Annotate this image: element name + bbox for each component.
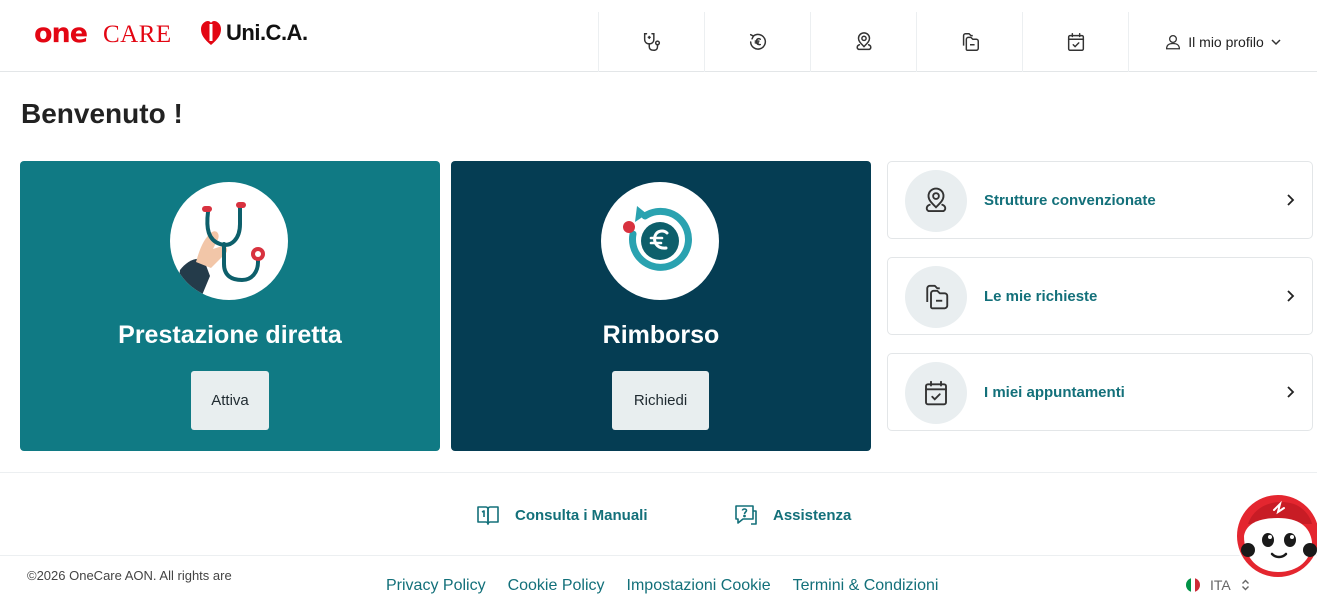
onecare-logo-care[interactable]: CARE xyxy=(103,21,172,49)
calendar-check-icon xyxy=(1067,33,1084,51)
quick-link-icon-bg xyxy=(905,170,967,232)
location-pin-icon xyxy=(856,32,871,51)
chevron-right-icon xyxy=(1287,290,1295,302)
footer-links: Privacy Policy Cookie Policy Impostazion… xyxy=(386,577,938,595)
privacy-policy-link[interactable]: Privacy Policy xyxy=(386,577,486,595)
richiedi-button[interactable]: Richiedi xyxy=(612,371,709,430)
quick-link-strutture-convenzionate[interactable]: Strutture convenzionate xyxy=(887,161,1313,239)
card-prestazione-diretta[interactable]: Prestazione diretta Attiva xyxy=(20,161,440,451)
help-band: Consulta i Manuali Assistenza xyxy=(0,472,1317,556)
chat-help-icon xyxy=(735,505,757,525)
folders-icon xyxy=(926,284,949,310)
consulta-manuali-label: Consulta i Manuali xyxy=(515,506,648,524)
quick-link-label: Le mie richieste xyxy=(984,288,1098,305)
attiva-button[interactable]: Attiva xyxy=(191,371,269,430)
refund-euro-illustration-icon xyxy=(623,206,692,271)
card-title: Prestazione diretta xyxy=(118,321,342,349)
book-icon xyxy=(477,506,499,525)
quick-link-label: I miei appuntamenti xyxy=(984,384,1125,401)
quick-link-icon-bg xyxy=(905,266,967,328)
header-nav xyxy=(598,12,1128,72)
profile-label: Il mio profilo xyxy=(1188,34,1264,50)
quick-link-icon-bg xyxy=(905,362,967,424)
folders-icon xyxy=(962,33,979,51)
refund-euro-icon xyxy=(749,33,766,50)
card-title: Rimborso xyxy=(602,321,720,349)
nav-appuntamenti[interactable] xyxy=(1022,12,1128,72)
chatbot-mascot-icon[interactable] xyxy=(1234,490,1317,582)
location-pin-icon xyxy=(925,187,947,212)
unica-logo[interactable]: Uni.C.A. xyxy=(200,20,308,46)
cookie-policy-link[interactable]: Cookie Policy xyxy=(508,577,605,595)
nav-richieste[interactable] xyxy=(916,12,1022,72)
impostazioni-cookie-link[interactable]: Impostazioni Cookie xyxy=(627,577,771,595)
italy-flag-icon xyxy=(1186,578,1200,592)
card-illustration xyxy=(170,182,288,300)
quick-link-i-miei-appuntamenti[interactable]: I miei appuntamenti xyxy=(887,353,1313,431)
profile-menu[interactable]: Il mio profilo xyxy=(1128,12,1317,72)
user-icon xyxy=(1166,34,1181,50)
copyright-text: ©2026 OneCare AON. All rights are xyxy=(27,568,232,583)
nav-prestazione-diretta[interactable] xyxy=(598,12,704,72)
chevron-right-icon xyxy=(1287,194,1295,206)
language-label: ITA xyxy=(1210,577,1231,593)
card-rimborso[interactable]: Rimborso Richiedi xyxy=(451,161,871,451)
nav-strutture[interactable] xyxy=(810,12,916,72)
chevron-down-icon xyxy=(1271,39,1281,46)
nav-rimborso[interactable] xyxy=(704,12,810,72)
chevron-right-icon xyxy=(1287,386,1295,398)
quick-link-label: Strutture convenzionate xyxy=(984,192,1156,209)
termini-condizioni-link[interactable]: Termini & Condizioni xyxy=(793,577,939,595)
consulta-manuali-link[interactable]: Consulta i Manuali xyxy=(475,502,648,528)
doctor-stethoscope-icon xyxy=(176,202,265,300)
page-title: Benvenuto ! xyxy=(21,98,183,129)
onecare-logo-one[interactable]: one xyxy=(34,18,88,49)
unica-logo-text: Uni.C.A. xyxy=(226,20,308,45)
assistenza-link[interactable]: Assistenza xyxy=(733,502,851,528)
stethoscope-icon xyxy=(643,33,660,51)
top-header: one CARE Uni.C.A. Il mio profilo xyxy=(0,0,1317,72)
calendar-check-icon xyxy=(925,380,947,406)
unica-heart-icon xyxy=(201,21,221,45)
assistenza-label: Assistenza xyxy=(773,506,852,524)
quick-link-le-mie-richieste[interactable]: Le mie richieste xyxy=(887,257,1313,335)
card-illustration xyxy=(601,182,719,300)
